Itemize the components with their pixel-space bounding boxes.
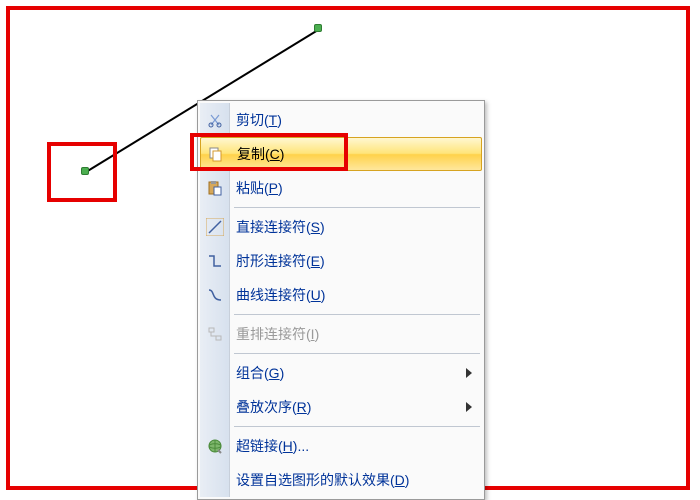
mi-label: 重排连接符(I) xyxy=(236,324,319,344)
mi-label: 叠放次序(R) xyxy=(236,397,311,417)
elbow-connector-icon xyxy=(205,251,225,271)
menu-separator xyxy=(234,314,480,315)
cut-icon xyxy=(205,110,225,130)
copy-icon xyxy=(206,144,226,164)
drawing-canvas[interactable]: 剪切(T) 复制(C) 粘贴(P) 直接连接符(S) 肘形连接符(E xyxy=(0,0,700,500)
menu-item-copy[interactable]: 复制(C) xyxy=(200,137,482,171)
reroute-icon xyxy=(205,324,225,344)
menu-item-order[interactable]: 叠放次序(R) xyxy=(200,390,482,424)
submenu-arrow-icon xyxy=(466,368,472,378)
annotation-box-start xyxy=(47,142,117,202)
mi-label: 直接连接符(S) xyxy=(236,217,325,237)
paste-icon xyxy=(205,178,225,198)
menu-separator xyxy=(234,207,480,208)
menu-item-group[interactable]: 组合(G) xyxy=(200,356,482,390)
curve-connector-icon xyxy=(205,285,225,305)
mi-label: 剪切(T) xyxy=(236,110,282,130)
menu-separator xyxy=(234,426,480,427)
straight-connector-icon xyxy=(205,217,225,237)
menu-item-cut[interactable]: 剪切(T) xyxy=(200,103,482,137)
hyperlink-icon xyxy=(205,436,225,456)
mi-label: 曲线连接符(U) xyxy=(236,285,325,305)
mi-label: 粘贴(P) xyxy=(236,178,283,198)
mi-label: 设置自选图形的默认效果(D) xyxy=(236,470,409,490)
menu-item-set-defaults[interactable]: 设置自选图形的默认效果(D) xyxy=(200,463,482,497)
mi-label: 复制(C) xyxy=(237,144,284,164)
line-end-handle[interactable] xyxy=(314,24,322,32)
menu-separator xyxy=(234,353,480,354)
mi-label: 肘形连接符(E) xyxy=(236,251,325,271)
mi-label: 超链接(H)... xyxy=(236,436,309,456)
submenu-arrow-icon xyxy=(466,402,472,412)
menu-item-paste[interactable]: 粘贴(P) xyxy=(200,171,482,205)
menu-item-straight-connector[interactable]: 直接连接符(S) xyxy=(200,210,482,244)
menu-item-hyperlink[interactable]: 超链接(H)... xyxy=(200,429,482,463)
menu-item-curve-connector[interactable]: 曲线连接符(U) xyxy=(200,278,482,312)
mi-label: 组合(G) xyxy=(236,363,284,383)
menu-item-elbow-connector[interactable]: 肘形连接符(E) xyxy=(200,244,482,278)
context-menu: 剪切(T) 复制(C) 粘贴(P) 直接连接符(S) 肘形连接符(E xyxy=(197,100,485,500)
menu-item-reroute: 重排连接符(I) xyxy=(200,317,482,351)
